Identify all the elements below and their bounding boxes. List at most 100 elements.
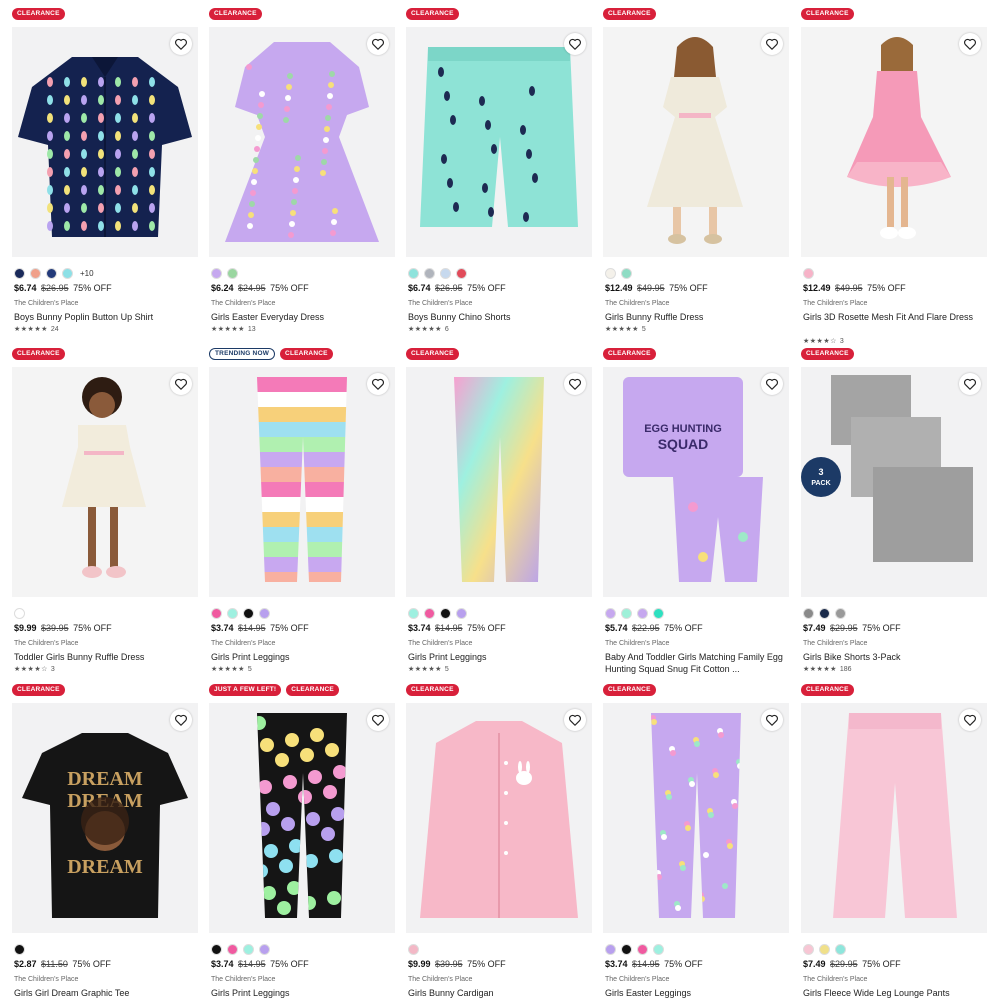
color-swatch[interactable] [14, 268, 25, 279]
heart-icon[interactable] [761, 373, 783, 395]
product-image[interactable] [209, 367, 395, 597]
rating[interactable]: ★★★★☆ 3 [803, 337, 844, 346]
color-swatch[interactable] [440, 608, 451, 619]
heart-icon[interactable] [761, 709, 783, 731]
rating[interactable]: ★★★★★ 6 [408, 325, 449, 334]
product-card[interactable]: CLEARANCE +10 $6.74 $26.95 75% OFF The C… [12, 8, 198, 342]
product-name-link[interactable]: Girls Print Leggings [211, 987, 391, 999]
color-swatch[interactable] [637, 944, 648, 955]
product-image[interactable] [603, 703, 789, 933]
product-name-link[interactable]: Girls Easter Leggings [605, 987, 785, 999]
product-image[interactable]: DREAM DREAM DREAM [12, 703, 198, 933]
heart-icon[interactable] [959, 33, 981, 55]
color-swatch[interactable] [621, 268, 632, 279]
rating[interactable]: ★★★★☆ 3 [14, 665, 55, 674]
color-swatch[interactable] [408, 944, 419, 955]
heart-icon[interactable] [170, 33, 192, 55]
product-card[interactable]: CLEARANCE $3.74 $14.95 75% OFF The Child… [406, 348, 592, 682]
color-swatch[interactable] [227, 608, 238, 619]
color-swatch[interactable] [259, 608, 270, 619]
color-swatch[interactable] [819, 608, 830, 619]
product-image[interactable] [406, 27, 592, 257]
color-swatch[interactable] [211, 944, 222, 955]
product-card[interactable]: CLEARANCE DREAM DREAM DREAM $2.87 $11.50… [12, 684, 198, 1000]
product-card[interactable]: CLEARANCE EGG HUNTING SQUAD $5.74 $22.95… [603, 348, 789, 682]
color-swatch[interactable] [46, 268, 57, 279]
heart-icon[interactable] [367, 33, 389, 55]
color-swatch[interactable] [653, 944, 664, 955]
product-image[interactable] [12, 367, 198, 597]
color-swatch[interactable] [440, 268, 451, 279]
color-swatch[interactable] [803, 608, 814, 619]
color-swatch[interactable] [227, 268, 238, 279]
color-swatch[interactable] [456, 608, 467, 619]
product-image[interactable] [603, 27, 789, 257]
rating[interactable]: ★★★★★ 5 [605, 325, 646, 334]
product-card[interactable]: CLEARANCE $6.24 $24.95 75% OFF The Child… [209, 8, 395, 342]
color-swatch[interactable] [621, 608, 632, 619]
product-card[interactable]: TRENDING NOW CLEARANCE $3.74 $14.95 75% O… [209, 348, 395, 682]
product-name-link[interactable]: Girls Bunny Cardigan [408, 987, 588, 999]
color-swatch[interactable] [408, 268, 419, 279]
color-swatch[interactable] [835, 944, 846, 955]
color-swatch[interactable] [424, 608, 435, 619]
heart-icon[interactable] [564, 373, 586, 395]
product-image[interactable] [801, 703, 987, 933]
product-image[interactable] [209, 703, 395, 933]
product-name-link[interactable]: Girls Girl Dream Graphic Tee [14, 987, 194, 999]
color-swatch[interactable] [424, 268, 435, 279]
product-card[interactable]: CLEARANCE $7.49 $29.95 75% OFF The Child… [801, 684, 987, 1000]
heart-icon[interactable] [170, 709, 192, 731]
product-name-link[interactable]: Girls Print Leggings [408, 651, 588, 663]
color-swatch[interactable] [835, 608, 846, 619]
product-card[interactable]: CLEARANCE $9.99 $39.95 75% OFF The Child… [12, 348, 198, 682]
product-name-link[interactable]: Girls Easter Everyday Dress [211, 311, 391, 323]
color-swatch[interactable] [605, 608, 616, 619]
color-swatch[interactable] [14, 608, 25, 619]
rating[interactable]: ★★★★★ 5 [211, 665, 252, 674]
product-card[interactable]: CLEARANCE $12.49 $49.95 75% OFF The Chil… [801, 8, 987, 346]
product-name-link[interactable]: Girls Bunny Ruffle Dress [605, 311, 785, 323]
heart-icon[interactable] [959, 709, 981, 731]
color-swatch[interactable] [456, 268, 467, 279]
product-name-link[interactable]: Baby And Toddler Girls Matching Family E… [605, 651, 785, 675]
product-card[interactable]: CLEARANCE $6.74 $26.95 75% OFF The Child… [406, 8, 592, 342]
color-swatch[interactable] [653, 608, 664, 619]
product-image[interactable] [406, 703, 592, 933]
product-name-link[interactable]: Girls Bike Shorts 3-Pack [803, 651, 983, 663]
product-card[interactable]: CLEARANCE 3 PACK $7.49 $29.95 75% OFF Th… [801, 348, 987, 682]
product-card[interactable]: CLEARANCE $12.49 $49.95 75% OFF The Chil… [603, 8, 789, 342]
heart-icon[interactable] [367, 709, 389, 731]
product-name-link[interactable]: Boys Bunny Chino Shorts [408, 311, 588, 323]
heart-icon[interactable] [564, 709, 586, 731]
rating[interactable]: ★★★★★ 24 [14, 325, 59, 334]
rating[interactable]: ★★★★★ 5 [408, 665, 449, 674]
product-card[interactable]: CLEARANCE $9.99 $39.95 75% OFF The Child… [406, 684, 592, 1000]
color-swatch[interactable] [211, 268, 222, 279]
color-swatch[interactable] [803, 268, 814, 279]
heart-icon[interactable] [761, 33, 783, 55]
color-swatch[interactable] [243, 608, 254, 619]
more-colors-link[interactable]: +10 [80, 269, 94, 278]
color-swatch[interactable] [803, 944, 814, 955]
product-card[interactable]: CLEARANCE $3.74 $14.95 75% OFF The Child… [603, 684, 789, 1000]
rating[interactable]: ★★★★★ 186 [803, 665, 852, 674]
product-name-link[interactable]: Girls Fleece Wide Leg Lounge Pants [803, 987, 983, 999]
heart-icon[interactable] [367, 373, 389, 395]
product-image[interactable]: 3 PACK [801, 367, 987, 597]
product-image[interactable] [12, 27, 198, 257]
product-name-link[interactable]: Toddler Girls Bunny Ruffle Dress [14, 651, 194, 663]
product-name-link[interactable]: Girls Print Leggings [211, 651, 391, 663]
color-swatch[interactable] [259, 944, 270, 955]
product-image[interactable] [801, 27, 987, 257]
color-swatch[interactable] [227, 944, 238, 955]
color-swatch[interactable] [243, 944, 254, 955]
product-image[interactable]: EGG HUNTING SQUAD [603, 367, 789, 597]
product-name-link[interactable]: Girls 3D Rosette Mesh Fit And Flare Dres… [803, 311, 983, 323]
color-swatch[interactable] [30, 268, 41, 279]
color-swatch[interactable] [14, 944, 25, 955]
color-swatch[interactable] [819, 944, 830, 955]
heart-icon[interactable] [959, 373, 981, 395]
color-swatch[interactable] [408, 608, 419, 619]
color-swatch[interactable] [605, 944, 616, 955]
